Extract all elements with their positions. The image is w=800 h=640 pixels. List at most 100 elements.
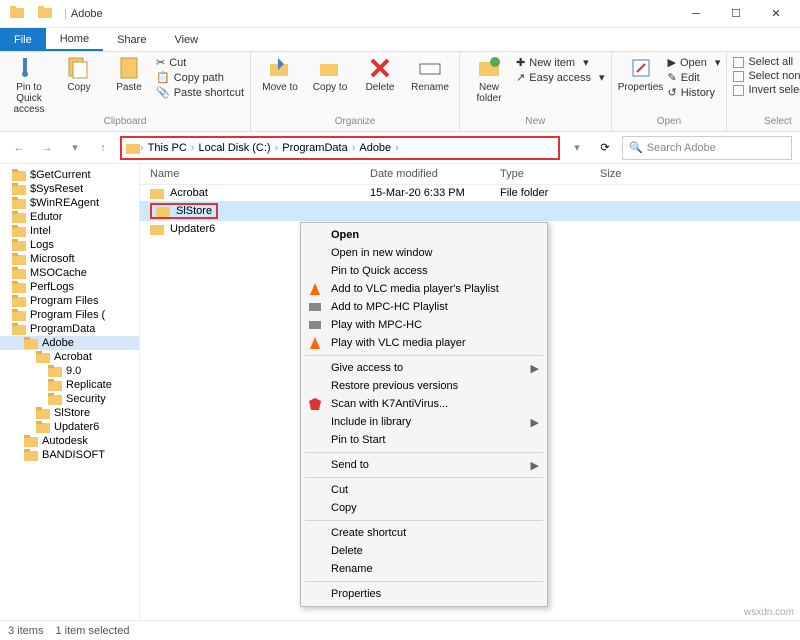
context-item[interactable]: Create shortcut: [301, 524, 547, 542]
copy-button[interactable]: Copy: [56, 54, 102, 93]
tree-item[interactable]: $WinREAgent: [0, 196, 139, 210]
folder-icon: [38, 6, 54, 22]
context-item[interactable]: Restore previous versions: [301, 377, 547, 395]
context-item[interactable]: Add to MPC-HC Playlist: [301, 298, 547, 316]
paste-shortcut-button[interactable]: 📎Paste shortcut: [156, 86, 244, 99]
tab-view[interactable]: View: [160, 28, 212, 51]
tree-item[interactable]: Logs: [0, 238, 139, 252]
menu-bar: File Home Share View: [0, 28, 800, 52]
file-row[interactable]: Acrobat15-Mar-20 6:33 PMFile folder: [140, 185, 800, 201]
new-item-button[interactable]: ✚New item▾: [516, 56, 605, 69]
tab-share[interactable]: Share: [103, 28, 160, 51]
recent-button[interactable]: ▾: [64, 137, 86, 159]
context-item[interactable]: Pin to Quick access: [301, 262, 547, 280]
tree-item[interactable]: Program Files (: [0, 308, 139, 322]
up-button[interactable]: ↑: [92, 137, 114, 159]
context-item[interactable]: Properties: [301, 585, 547, 603]
tab-home[interactable]: Home: [46, 28, 103, 51]
context-item[interactable]: Scan with K7AntiVirus...: [301, 395, 547, 413]
tree-item[interactable]: ProgramData: [0, 322, 139, 336]
tree-item[interactable]: Microsoft: [0, 252, 139, 266]
tree-item[interactable]: SlStore: [0, 406, 139, 420]
crumb[interactable]: Local Disk (C:): [194, 142, 274, 154]
folder-icon: [12, 323, 26, 335]
tree-item[interactable]: Program Files: [0, 294, 139, 308]
address-dropdown[interactable]: ▾: [566, 137, 588, 159]
context-item[interactable]: Send to▶: [301, 456, 547, 474]
vlc-icon: [307, 335, 323, 351]
tree-item[interactable]: Autodesk: [0, 434, 139, 448]
tree-item[interactable]: Acrobat: [0, 350, 139, 364]
folder-icon: [150, 187, 164, 199]
folder-icon: [156, 205, 170, 217]
folder-icon: [10, 6, 26, 22]
open-button[interactable]: ▶Open▾: [668, 56, 721, 69]
copy-to-button[interactable]: Copy to: [307, 54, 353, 93]
tree-item[interactable]: PerfLogs: [0, 280, 139, 294]
tree-item[interactable]: Updater6: [0, 420, 139, 434]
crumb[interactable]: ProgramData: [278, 142, 351, 154]
folder-icon: [12, 197, 26, 209]
close-button[interactable]: ✕: [756, 0, 796, 28]
tree-item[interactable]: 9.0: [0, 364, 139, 378]
delete-button[interactable]: Delete: [357, 54, 403, 93]
tree-item[interactable]: MSOCache: [0, 266, 139, 280]
context-item[interactable]: Play with VLC media player: [301, 334, 547, 352]
context-item[interactable]: Delete: [301, 542, 547, 560]
invert-selection-button[interactable]: Invert selection: [733, 84, 800, 96]
refresh-button[interactable]: ⟳: [594, 137, 616, 159]
minimize-button[interactable]: ─: [676, 0, 716, 28]
rename-button[interactable]: Rename: [407, 54, 453, 93]
tree-item[interactable]: Adobe: [0, 336, 139, 350]
context-item[interactable]: Pin to Start: [301, 431, 547, 449]
context-item[interactable]: Copy: [301, 499, 547, 517]
nav-tree[interactable]: $GetCurrent$SysReset$WinREAgentEdutorInt…: [0, 164, 140, 620]
context-item[interactable]: Open: [301, 226, 547, 244]
tree-item[interactable]: Edutor: [0, 210, 139, 224]
easy-access-button[interactable]: ↗Easy access▾: [516, 71, 605, 84]
col-date[interactable]: Date modified: [370, 168, 500, 180]
breadcrumb[interactable]: › This PC› Local Disk (C:)› ProgramData›…: [120, 136, 560, 160]
edit-button[interactable]: ✎Edit: [668, 71, 721, 84]
tree-item[interactable]: Intel: [0, 224, 139, 238]
col-name[interactable]: Name: [150, 168, 370, 180]
crumb[interactable]: This PC: [144, 142, 191, 154]
tree-item[interactable]: $GetCurrent: [0, 168, 139, 182]
col-size[interactable]: Size: [600, 168, 660, 180]
crumb[interactable]: Adobe: [355, 142, 395, 154]
tree-item[interactable]: BANDISOFT: [0, 448, 139, 462]
paste-button[interactable]: Paste: [106, 54, 152, 93]
context-item[interactable]: Add to VLC media player's Playlist: [301, 280, 547, 298]
folder-icon: [48, 379, 62, 391]
new-icon: ✚: [516, 56, 525, 69]
copy-path-button[interactable]: 📋Copy path: [156, 71, 244, 84]
history-button[interactable]: ↺History: [668, 86, 721, 99]
context-item[interactable]: Rename: [301, 560, 547, 578]
select-none-button[interactable]: Select none: [733, 70, 800, 82]
forward-button[interactable]: →: [36, 137, 58, 159]
context-item[interactable]: Cut: [301, 481, 547, 499]
tree-item[interactable]: Security: [0, 392, 139, 406]
folder-icon: [24, 449, 38, 461]
file-menu[interactable]: File: [0, 28, 46, 51]
tree-item[interactable]: $SysReset: [0, 182, 139, 196]
context-item[interactable]: Play with MPC-HC: [301, 316, 547, 334]
select-all-button[interactable]: Select all: [733, 56, 800, 68]
search-input[interactable]: 🔍Search Adobe: [622, 136, 792, 160]
maximize-button[interactable]: ☐: [716, 0, 756, 28]
folder-icon: [12, 267, 26, 279]
col-type[interactable]: Type: [500, 168, 600, 180]
cut-icon: ✂: [156, 56, 165, 69]
move-to-button[interactable]: Move to: [257, 54, 303, 93]
file-row[interactable]: SlStore: [140, 201, 800, 221]
new-folder-button[interactable]: New folder: [466, 54, 512, 104]
pin-quick-access-button[interactable]: Pin to Quick access: [6, 54, 52, 115]
context-item[interactable]: Give access to▶: [301, 359, 547, 377]
folder-icon: [12, 281, 26, 293]
properties-button[interactable]: Properties: [618, 54, 664, 93]
cut-button[interactable]: ✂Cut: [156, 56, 244, 69]
tree-item[interactable]: Replicate: [0, 378, 139, 392]
context-item[interactable]: Include in library▶: [301, 413, 547, 431]
back-button[interactable]: ←: [8, 137, 30, 159]
context-item[interactable]: Open in new window: [301, 244, 547, 262]
